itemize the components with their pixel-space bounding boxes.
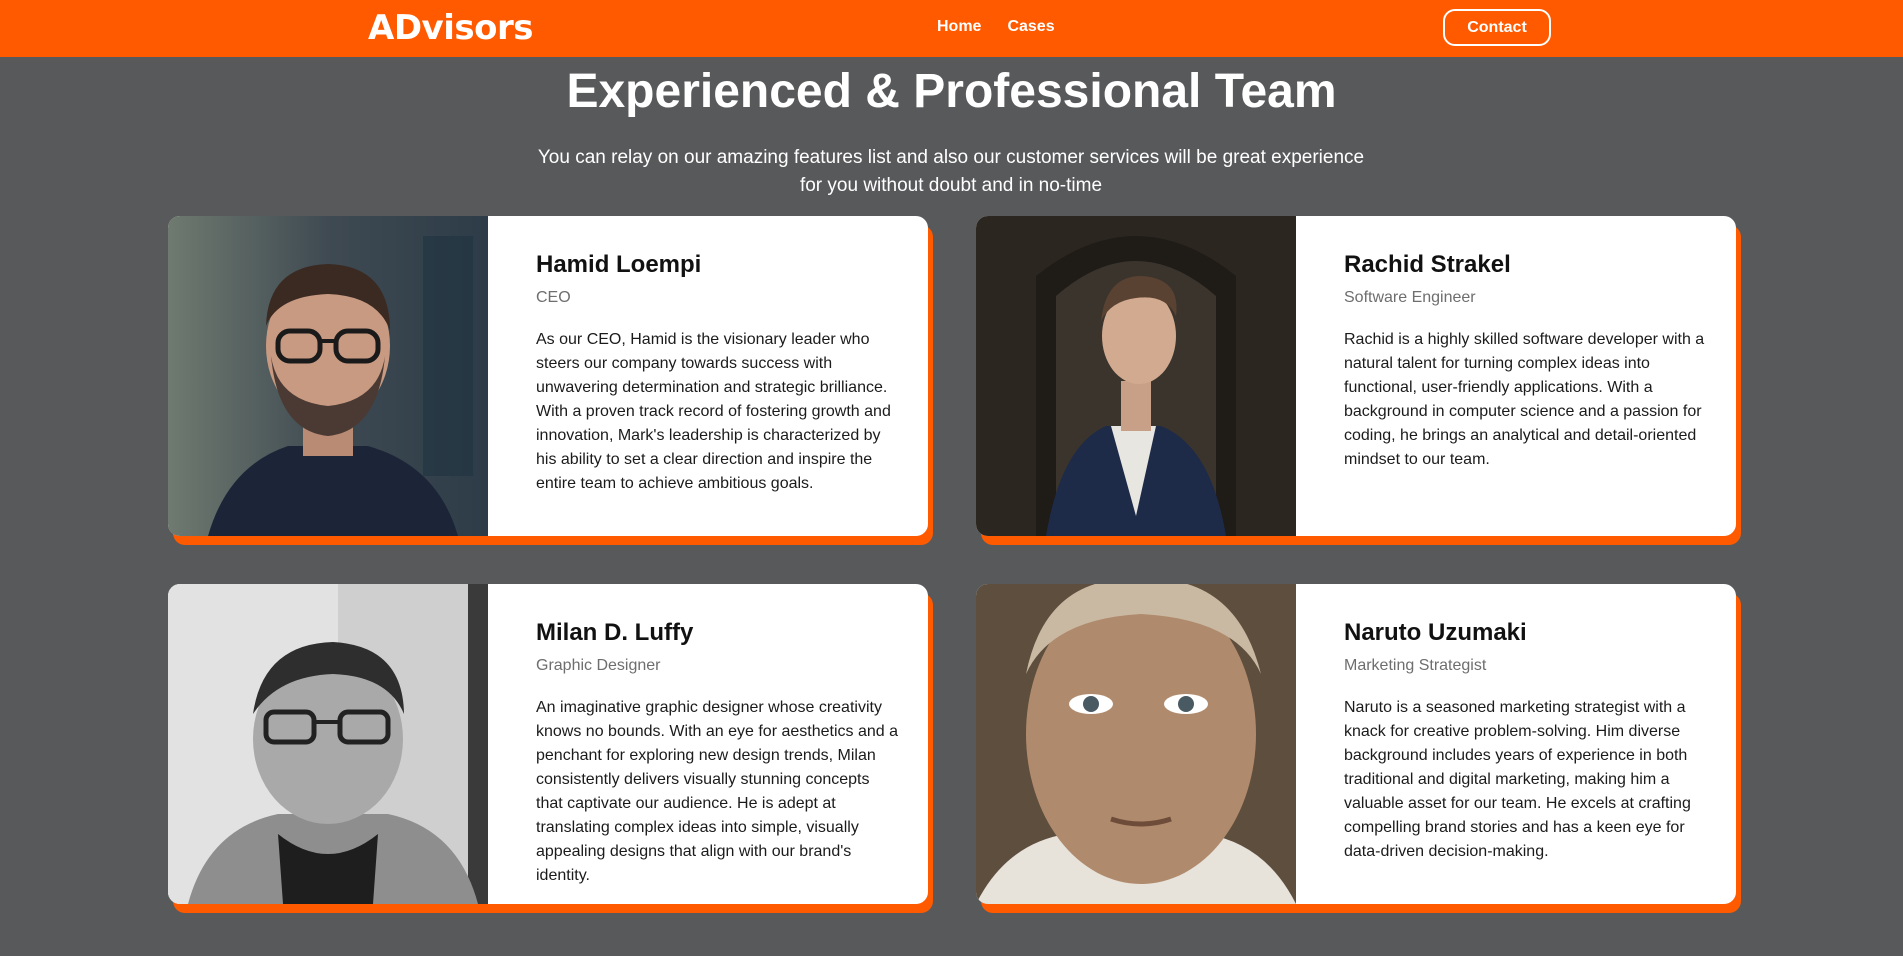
member-name: Naruto Uzumaki [1344,619,1527,646]
member-bio: Naruto is a seasoned marketing strategis… [1344,699,1691,860]
member-photo [976,216,1296,536]
member-info: Milan D. Luffy Graphic Designer An imagi… [536,618,900,888]
section-subtitle: You can relay on our amazing features li… [537,147,1365,196]
member-role: Software Engineer [1344,289,1476,306]
member-name: Milan D. Luffy [536,619,694,646]
member-role: Graphic Designer [536,657,661,674]
member-role: Marketing Strategist [1344,657,1487,674]
member-bio: An imaginative graphic designer whose cr… [536,699,898,884]
member-info: Rachid Strakel Software Engineer Rachid … [1344,250,1708,472]
member-photo [168,216,488,536]
nav-link-home[interactable]: Home [937,17,981,37]
section-title: Experienced & Professional Team [566,65,1337,118]
member-role: CEO [536,289,571,306]
member-photo [976,584,1296,904]
team-card: Rachid Strakel Software Engineer Rachid … [976,216,1736,536]
brand-logo[interactable]: ADvisors [368,8,533,48]
member-info: Naruto Uzumaki Marketing Strategist Naru… [1344,618,1708,864]
member-bio: As our CEO, Hamid is the visionary leade… [536,331,891,492]
team-card: Naruto Uzumaki Marketing Strategist Naru… [976,584,1736,904]
member-name: Hamid Loempi [536,251,702,278]
member-name: Rachid Strakel [1344,251,1511,278]
member-bio: Rachid is a highly skilled software deve… [1344,331,1705,468]
member-photo [168,584,488,904]
contact-button[interactable]: Contact [1443,9,1551,46]
member-info: Hamid Loempi CEO As our CEO, Hamid is th… [536,250,900,496]
nav-link-cases[interactable]: Cases [1007,17,1054,37]
team-card: Milan D. Luffy Graphic Designer An imagi… [168,584,928,904]
main-nav: Home Cases [937,17,1055,37]
team-card: Hamid Loempi CEO As our CEO, Hamid is th… [168,216,928,536]
top-navbar: ADvisors Home Cases Contact [0,0,1903,57]
